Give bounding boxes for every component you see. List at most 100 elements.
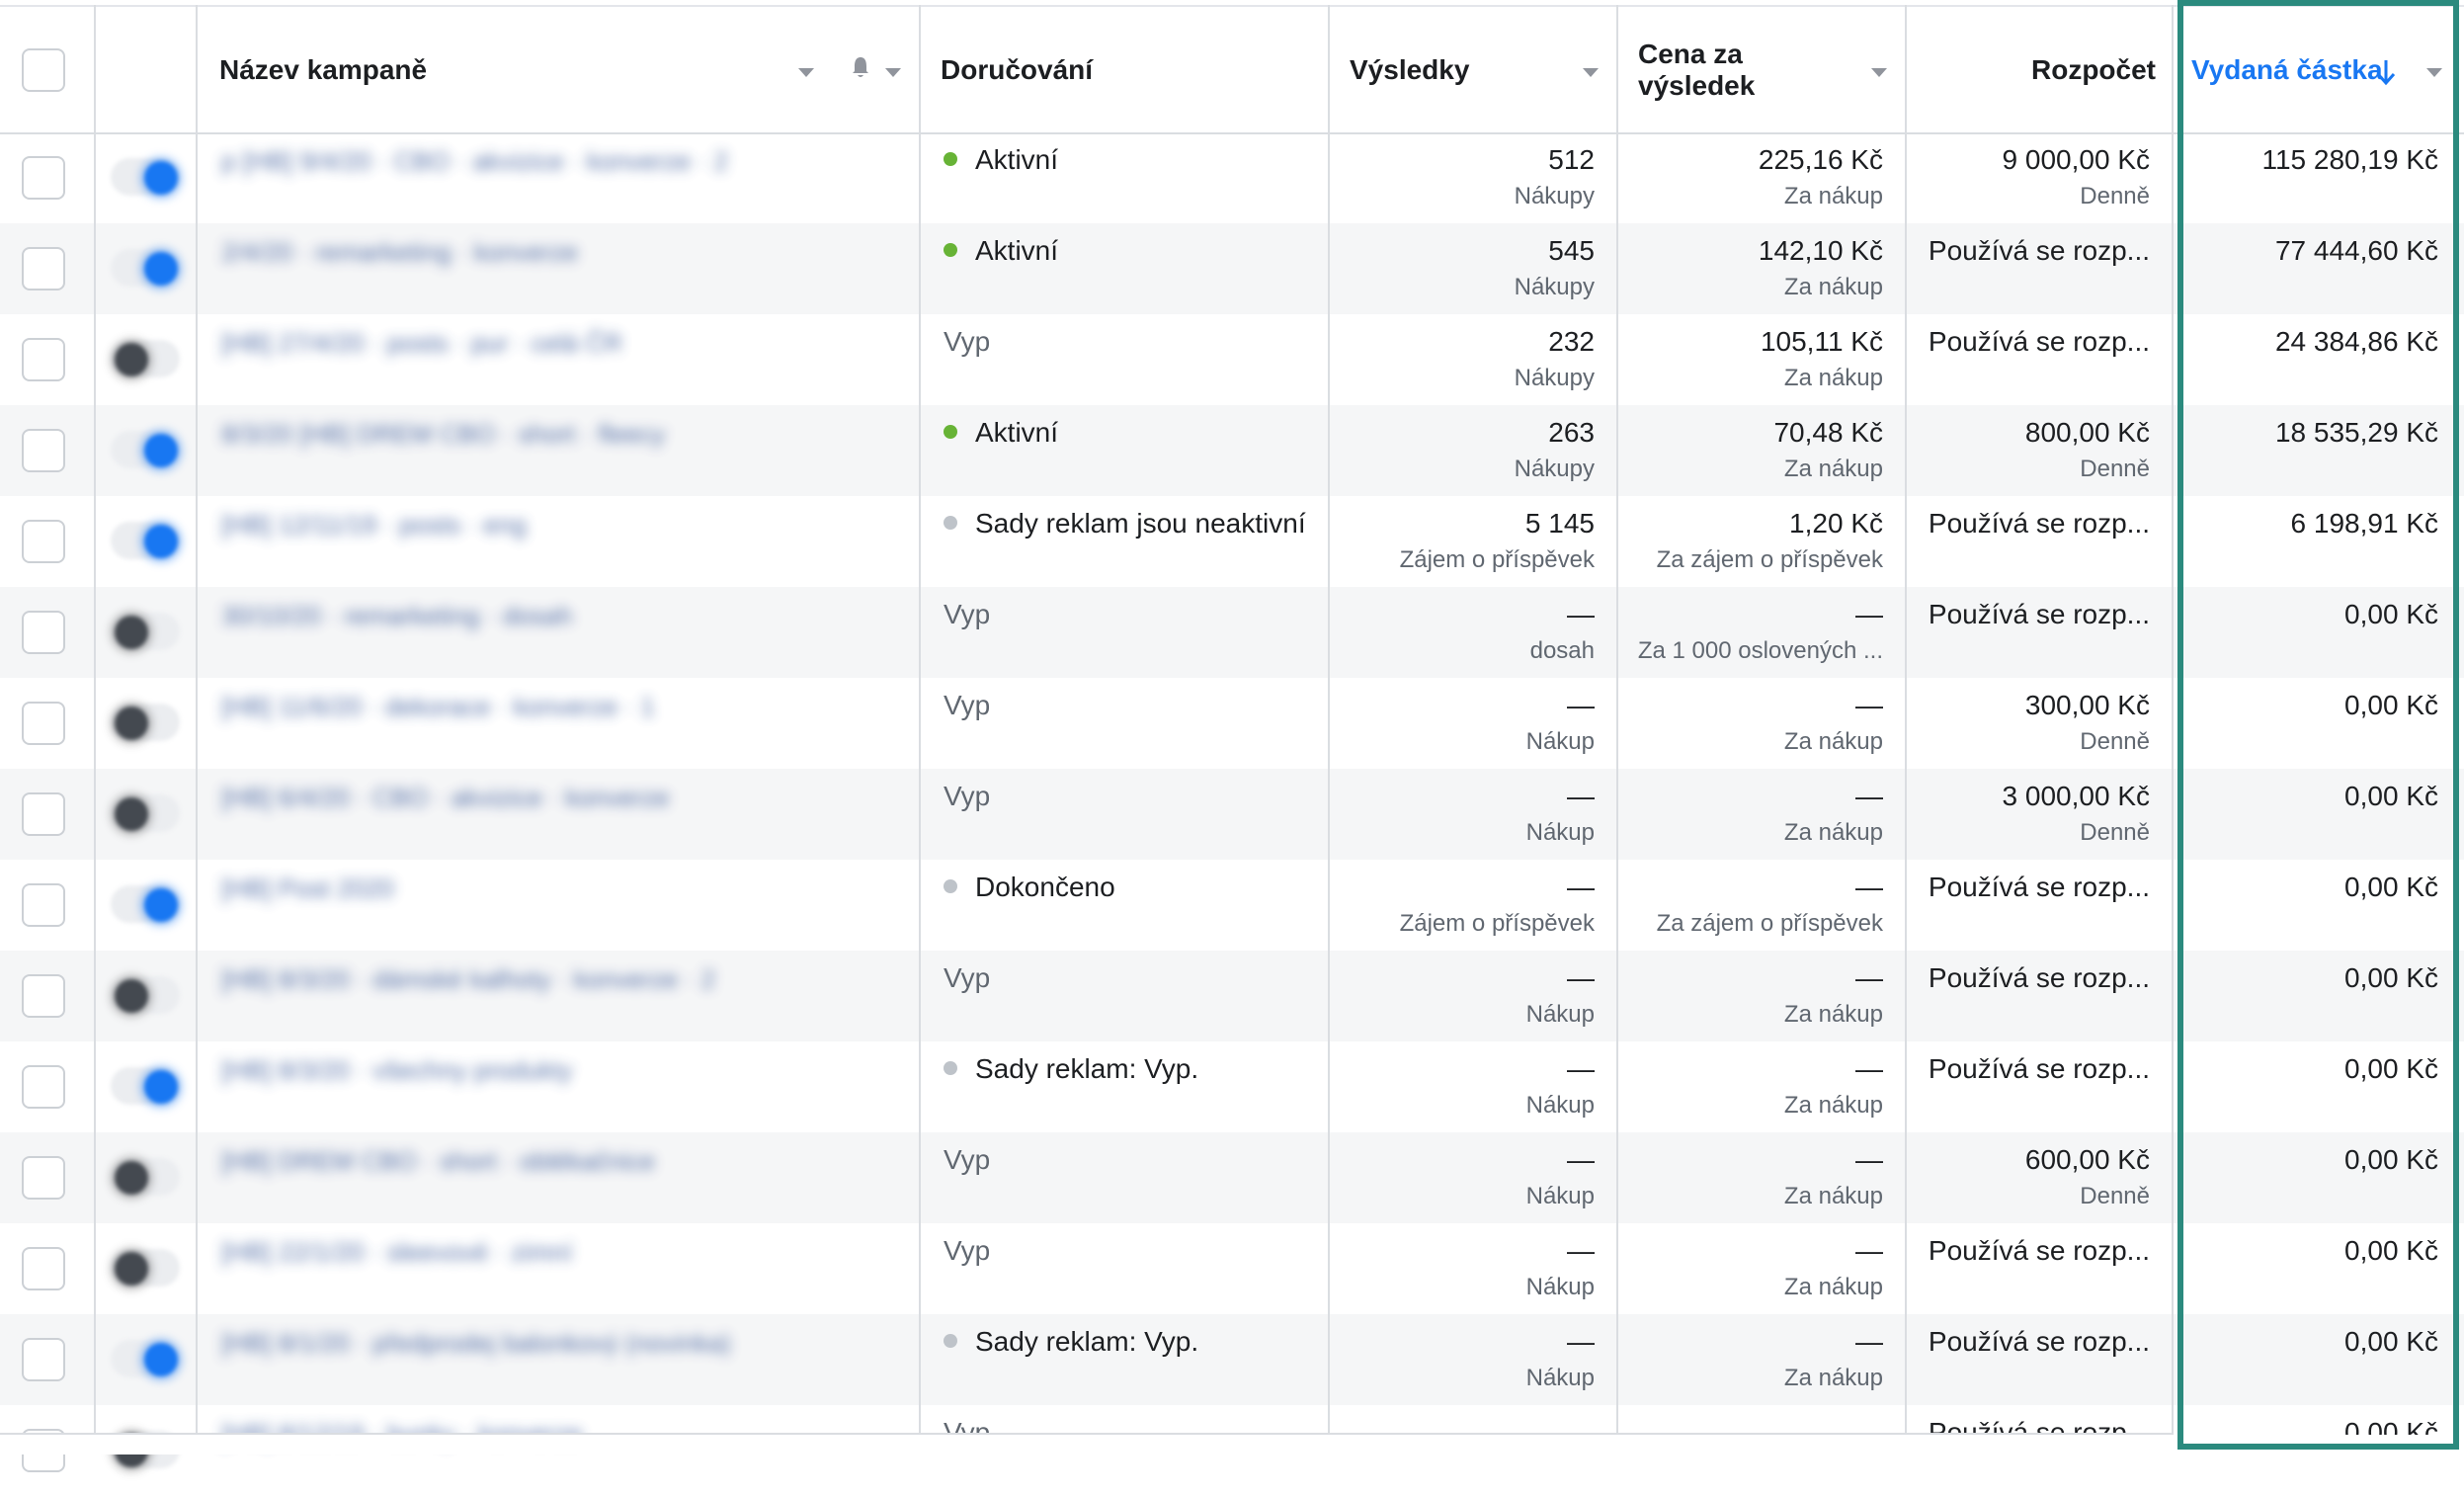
chevron-down-icon[interactable]	[798, 68, 814, 77]
status-dot-icon	[944, 878, 957, 893]
campaign-toggle[interactable]	[111, 249, 180, 287]
spent-cell: 0,00 Kč	[2177, 951, 2438, 1041]
table-row[interactable]: [HB] 8/1/20 · předprodej balonkový (novi…	[0, 1314, 2464, 1405]
table-row[interactable]: [HB] 8/3/20 · dámské kalhoty · konverze …	[0, 951, 2464, 1041]
delivery-status: Vyp	[944, 962, 990, 994]
cost-cell: — Za nákup	[1618, 951, 1883, 1041]
row-checkbox[interactable]	[22, 792, 65, 836]
chevron-down-icon[interactable]	[2426, 68, 2442, 77]
column-header-delivery[interactable]: Doručování	[921, 7, 1328, 132]
select-all-checkbox[interactable]	[22, 48, 65, 92]
campaign-name-link[interactable]: [HB] 8/3/20 · dámské kalhoty · konverze …	[221, 964, 715, 995]
campaign-toggle[interactable]	[111, 794, 180, 832]
campaign-toggle[interactable]	[111, 1158, 180, 1196]
column-header-campaign-name[interactable]: Název kampaně	[198, 7, 919, 132]
campaign-toggle[interactable]	[111, 1249, 180, 1287]
campaign-name-link[interactable]: [HB] 27/4/20 · posts · pur · celá ČR	[221, 328, 622, 359]
column-header-cost-per-result[interactable]: Cena za výsledek	[1618, 7, 1905, 132]
table-row[interactable]: [HB] 27/4/20 · posts · pur · celá ČR Vyp 2…	[0, 314, 2464, 405]
table-row[interactable]: 2/4/20 · remarketing · konverze Aktivní 54…	[0, 223, 2464, 314]
row-checkbox[interactable]	[22, 429, 65, 472]
chevron-down-icon[interactable]	[1583, 68, 1599, 77]
sort-descending-icon[interactable]	[2375, 58, 2397, 91]
delivery-text: Aktivní	[975, 144, 1059, 175]
table-row[interactable]: [HB] 6/4/20 · CBO · akvizice · konverze V…	[0, 769, 2464, 860]
row-checkbox[interactable]	[22, 156, 65, 200]
cost-cell: 70,48 Kč Za nákup	[1618, 405, 1883, 496]
chevron-down-icon[interactable]	[885, 68, 901, 77]
campaign-toggle[interactable]	[111, 613, 180, 650]
campaign-toggle[interactable]	[111, 1067, 180, 1105]
campaign-toggle[interactable]	[111, 885, 180, 923]
campaign-name-link[interactable]: 30/10/20 · remarketing · dosah	[221, 601, 573, 631]
cost-cell: — Za nákup	[1618, 678, 1883, 769]
campaign-name-link[interactable]: [HB] 6/4/20 · CBO · akvizice · konverze	[221, 783, 670, 813]
budget-cell: Používá se rozp...	[1907, 1223, 2150, 1314]
table-row[interactable]: [HB] Post 2020 Dokončeno — Zájem o příspěve…	[0, 860, 2464, 951]
row-checkbox[interactable]	[22, 520, 65, 563]
result-type: Nákupy	[1514, 365, 1595, 391]
spent-value: 0,00 Kč	[2344, 781, 2438, 811]
row-checkbox[interactable]	[22, 338, 65, 381]
campaign-toggle[interactable]	[111, 704, 180, 741]
table-row[interactable]: [HB] 12/11/19 · posts · eng Sady reklam j…	[0, 496, 2464, 587]
budget-value: Používá se rozp...	[1928, 1235, 2150, 1266]
row-checkbox[interactable]	[22, 611, 65, 654]
budget-value: 800,00 Kč	[2024, 417, 2150, 448]
campaign-name-link[interactable]: [HB] Post 2020	[221, 873, 394, 904]
campaign-toggle[interactable]	[111, 340, 180, 377]
budget-cell: Používá se rozp...	[1907, 1041, 2150, 1132]
table-row[interactable]: 30/10/20 · remarketing · dosah Vyp — dosah —…	[0, 587, 2464, 678]
table-row[interactable]: p [HB] 9/4/20 · CBO · akvizice · konverz…	[0, 132, 2464, 223]
row-checkbox[interactable]	[22, 1338, 65, 1381]
column-header-results[interactable]: Výsledky	[1330, 7, 1616, 132]
table-row[interactable]: [HB] DREM CBO · short · oblékačnice Vyp — N…	[0, 1132, 2464, 1223]
table-row[interactable]: [HB] 22/1/20 · sleevové · zimní Vyp — Nákup…	[0, 1223, 2464, 1314]
delivery-text: Sady reklam: Vyp.	[975, 1053, 1199, 1084]
result-type: dosah	[1529, 637, 1595, 664]
column-divider	[94, 5, 96, 1454]
delivery-text: Dokončeno	[975, 872, 1115, 902]
table-row[interactable]: [HB] 11/6/20 · dekorace · konverze · 1 Vy…	[0, 678, 2464, 769]
row-checkbox[interactable]	[22, 702, 65, 745]
campaign-toggle[interactable]	[111, 522, 180, 559]
row-checkbox[interactable]	[22, 247, 65, 291]
column-header-amount-spent[interactable]: Vydaná částka	[2177, 7, 2459, 132]
row-checkbox[interactable]	[22, 1156, 65, 1200]
campaign-name-link[interactable]: [HB] 8/1/20 · předprodej balonkový (novi…	[221, 1328, 731, 1359]
budget-cell: Používá se rozp...	[1907, 951, 2150, 1041]
campaign-name-link[interactable]: [HB] 22/1/20 · sleevové · zimní	[221, 1237, 572, 1268]
campaign-name-link[interactable]: [HB] 8/3/20 · všechny produkty	[221, 1055, 573, 1086]
delivery-text: Aktivní	[975, 235, 1059, 266]
spent-cell: 0,00 Kč	[2177, 1223, 2438, 1314]
spent-cell: 0,00 Kč	[2177, 769, 2438, 860]
budget-cell: Používá se rozp...	[1907, 587, 2150, 678]
row-checkbox[interactable]	[22, 883, 65, 927]
cost-type: Za nákup	[1783, 456, 1883, 482]
row-checkbox[interactable]	[22, 1247, 65, 1290]
row-checkbox[interactable]	[22, 974, 65, 1018]
table-row[interactable]: [HB] 8/3/20 · všechny produkty Sady rekla…	[0, 1041, 2464, 1132]
budget-value: Používá se rozp...	[1928, 1326, 2150, 1357]
cost-value: —	[1855, 1326, 1883, 1357]
campaign-toggle[interactable]	[111, 976, 180, 1014]
campaign-name-link[interactable]: 8/3/20 [HB] DREM CBO · short · fleecy	[221, 419, 665, 450]
column-header-budget[interactable]: Rozpočet	[1907, 7, 2172, 132]
row-checkbox[interactable]	[22, 1065, 65, 1109]
spent-cell: 6 198,91 Kč	[2177, 496, 2438, 587]
cost-cell: — Za zájem o příspěvek	[1618, 860, 1883, 951]
table-row[interactable]: 8/3/20 [HB] DREM CBO · short · fleecy Akt…	[0, 405, 2464, 496]
campaign-toggle[interactable]	[111, 431, 180, 468]
campaign-name-link[interactable]: [HB] DREM CBO · short · oblékačnice	[221, 1146, 655, 1177]
campaign-name-link[interactable]: [HB] 11/6/20 · dekorace · konverze · 1	[221, 692, 655, 722]
campaign-name-link[interactable]: 2/4/20 · remarketing · konverze	[221, 237, 578, 268]
campaign-name-link[interactable]: p [HB] 9/4/20 · CBO · akvizice · konverz…	[221, 146, 728, 177]
spent-cell: 24 384,86 Kč	[2177, 314, 2438, 405]
chevron-down-icon[interactable]	[1871, 68, 1887, 77]
campaign-toggle[interactable]	[111, 1340, 180, 1377]
budget-period: Denně	[2080, 819, 2150, 846]
budget-period: Denně	[2080, 183, 2150, 209]
campaign-toggle[interactable]	[111, 158, 180, 196]
bell-icon[interactable]	[852, 56, 869, 77]
campaign-name-link[interactable]: [HB] 12/11/19 · posts · eng	[221, 510, 527, 540]
